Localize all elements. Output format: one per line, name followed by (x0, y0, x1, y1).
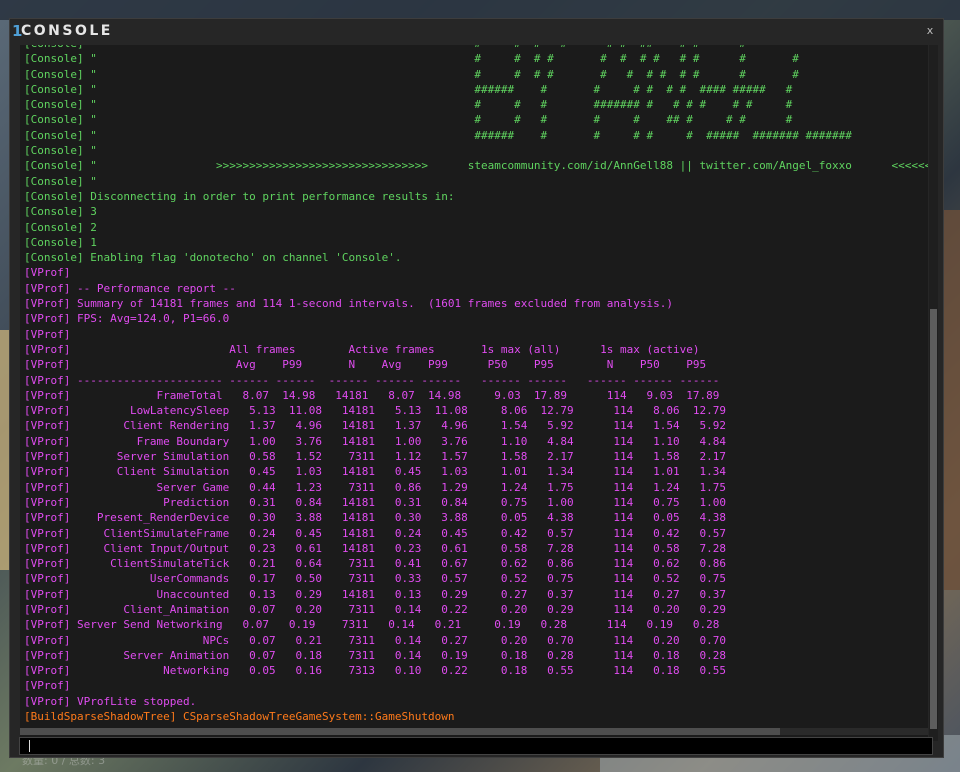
log-line: [Console] " # # # # # # # # # # # # (24, 52, 799, 66)
log-line: [Console] Disconnecting in order to prin… (24, 189, 455, 203)
log-line: [Console] 2 (24, 220, 97, 234)
log-line: [VProf] ---------------------- ------ --… (24, 373, 720, 387)
horizontal-scrollbar-thumb[interactable] (20, 728, 780, 735)
log-line: [Console] " # # # # # # # # # # # # (24, 67, 799, 81)
log-line: [VProf] VProfLite stopped. (24, 694, 197, 708)
log-line: [VProf] Networking 0.05 0.16 7313 0.10 0… (24, 664, 726, 678)
console-window: 1 CONSOLE x [Console] " # # # # # # # # #… (9, 18, 944, 758)
log-line: [VProf] ClientSimulateFrame 0.24 0.45 14… (24, 526, 726, 540)
close-icon[interactable]: x (923, 24, 937, 38)
log-line: [VProf] Client Rendering 1.37 4.96 14181… (24, 419, 726, 433)
log-line: [VProf] Present_RenderDevice 0.30 3.88 1… (24, 511, 726, 525)
log-line: [VProf] (24, 327, 71, 341)
command-input-bar[interactable] (19, 737, 933, 755)
log-line: [VProf] (24, 679, 71, 693)
log-line: [Console] " (24, 144, 97, 158)
command-input[interactable] (20, 738, 932, 754)
text-caret (29, 740, 30, 752)
log-line: [Console] " >>>>>>>>>>>>>>>>>>>>>>>>>>>>… (24, 159, 928, 173)
log-line: [Console] " ###### # # # # # ##### #####… (24, 128, 852, 142)
log-line: [Console] " # # # # # ## # # # # (24, 113, 793, 127)
log-line: [VProf] LowLatencySleep 5.13 11.08 14181… (24, 404, 726, 418)
log-line: [Console] 3 (24, 205, 97, 219)
log-line: [VProf] FPS: Avg=124.0, P1=66.0 (24, 312, 230, 326)
log-line: [VProf] NPCs 0.07 0.21 7311 0.14 0.27 0.… (24, 633, 726, 647)
background-top-strip (0, 0, 960, 20)
console-log-lines: [Console] " # # # # # # ## # # #[Console… (24, 45, 928, 724)
log-line: [VProf] ClientSimulateTick 0.21 0.64 731… (24, 557, 726, 571)
vertical-scrollbar-thumb[interactable] (930, 309, 937, 729)
log-line: [VProf] All frames Active frames 1s max … (24, 342, 700, 356)
log-line: [VProf] FrameTotal 8.07 14.98 14181 8.07… (24, 388, 720, 402)
log-line: [Console] 1 (24, 235, 97, 249)
log-line: [VProf] Frame Boundary 1.00 3.76 14181 1… (24, 434, 726, 448)
log-line: [Console] " (24, 174, 97, 188)
log-line: [VProf] -- Performance report -- (24, 281, 236, 295)
log-line: [VProf] Client Input/Output 0.23 0.61 14… (24, 541, 726, 555)
log-line: [VProf] Server Animation 0.07 0.18 7311 … (24, 648, 726, 662)
log-line: [VProf] Server Game 0.44 1.23 7311 0.86 … (24, 480, 726, 494)
console-titlebar[interactable]: 1 CONSOLE x (10, 19, 943, 45)
log-line: [VProf] Client Simulation 0.45 1.03 1418… (24, 465, 726, 479)
log-line: [VProf] UserCommands 0.17 0.50 7311 0.33… (24, 572, 726, 586)
log-line: [VProf] Summary of 14181 frames and 114 … (24, 297, 674, 311)
log-line: [Console] " # # # ####### # # # # # # # (24, 98, 793, 112)
console-log[interactable]: [Console] " # # # # # # ## # # #[Console… (20, 45, 928, 741)
log-line: [VProf] Unaccounted 0.13 0.29 14181 0.13… (24, 587, 726, 601)
log-line: [VProf] Prediction 0.31 0.84 14181 0.31 … (24, 495, 726, 509)
log-line: [VProf] Server Send Networking 0.07 0.19… (24, 618, 720, 632)
log-line: [BuildSparseShadowTree] CSparseShadowTre… (24, 710, 455, 724)
log-line: [VProf] Client_Animation 0.07 0.20 7311 … (24, 602, 726, 616)
log-line: [VProf] (24, 266, 71, 280)
console-title: CONSOLE (21, 23, 113, 39)
log-line: [VProf] Server Simulation 0.58 1.52 7311… (24, 450, 726, 464)
log-line: [Console] Enabling flag 'donotecho' on c… (24, 251, 402, 265)
log-line: [VProf] Avg P99 N Avg P99 P50 P95 N P50 … (24, 358, 707, 372)
log-line: [Console] " ###### # # # # # # #### ####… (24, 82, 793, 96)
